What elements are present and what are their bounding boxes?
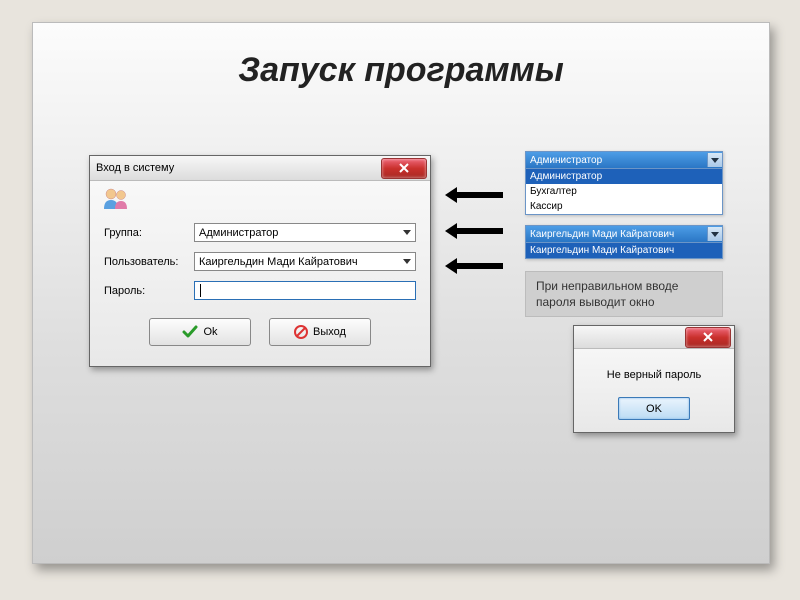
no-entry-icon	[294, 325, 308, 339]
group-option-label: Бухгалтер	[530, 186, 577, 197]
users-icon	[102, 187, 130, 212]
group-select[interactable]: Администратор	[194, 223, 416, 242]
chevron-down-icon	[707, 227, 722, 241]
error-ok-label: OK	[646, 403, 662, 415]
arrow-left-icon	[445, 258, 497, 272]
note-line1: При неправильном вводе	[536, 279, 678, 293]
group-dropdown-expanded[interactable]: Администратор Администратор Бухгалтер Ка…	[525, 151, 723, 215]
close-icon	[398, 163, 410, 173]
ok-button-label: Ok	[203, 326, 217, 338]
user-option-label: Каиргельдин Мади Кайратович	[530, 245, 674, 256]
error-ok-button[interactable]: OK	[618, 397, 690, 420]
arrow-left-icon	[445, 223, 497, 237]
label-group: Группа:	[104, 227, 194, 239]
user-dropdown-expanded[interactable]: Каиргельдин Мади Кайратович Каиргельдин …	[525, 225, 723, 259]
login-window-title: Вход в систему	[96, 162, 174, 174]
label-user: Пользователь:	[104, 256, 194, 268]
group-value: Администратор	[199, 227, 278, 239]
login-titlebar[interactable]: Вход в систему	[90, 156, 430, 181]
chevron-down-icon	[707, 153, 722, 167]
close-button[interactable]	[685, 327, 731, 348]
group-option[interactable]: Кассир	[526, 199, 722, 214]
user-dropdown-header[interactable]: Каиргельдин Мади Кайратович	[526, 226, 722, 243]
group-option-label: Кассир	[530, 201, 563, 212]
error-window: Не верный пароль OK	[573, 325, 735, 433]
ok-button[interactable]: Ok	[149, 318, 251, 346]
arrow-left-icon	[445, 187, 497, 201]
chevron-down-icon	[400, 225, 413, 240]
password-input[interactable]	[194, 281, 416, 300]
user-option[interactable]: Каиргельдин Мади Кайратович	[526, 243, 722, 258]
group-dropdown-selected: Администратор	[530, 155, 602, 166]
group-dropdown-header[interactable]: Администратор	[526, 152, 722, 169]
error-titlebar[interactable]	[574, 326, 734, 349]
chevron-down-icon	[400, 254, 413, 269]
label-password: Пароль:	[104, 285, 194, 297]
user-value: Каиргельдин Мади Кайратович	[199, 256, 358, 268]
user-select[interactable]: Каиргельдин Мади Кайратович	[194, 252, 416, 271]
note-line2: пароля выводит окно	[536, 295, 655, 309]
note-box: При неправильном вводе пароля выводит ок…	[525, 271, 723, 317]
group-option-label: Администратор	[530, 171, 602, 182]
login-window: Вход в систему Группа: Администратор	[89, 155, 431, 367]
exit-button[interactable]: Выход	[269, 318, 371, 346]
page-title: Запуск программы	[33, 51, 769, 90]
close-icon	[702, 332, 714, 342]
group-option[interactable]: Администратор	[526, 169, 722, 184]
check-icon	[182, 325, 198, 339]
group-option[interactable]: Бухгалтер	[526, 184, 722, 199]
close-button[interactable]	[381, 158, 427, 179]
error-message: Не верный пароль	[574, 369, 734, 381]
user-dropdown-selected: Каиргельдин Мади Кайратович	[530, 229, 674, 240]
exit-button-label: Выход	[313, 326, 346, 338]
